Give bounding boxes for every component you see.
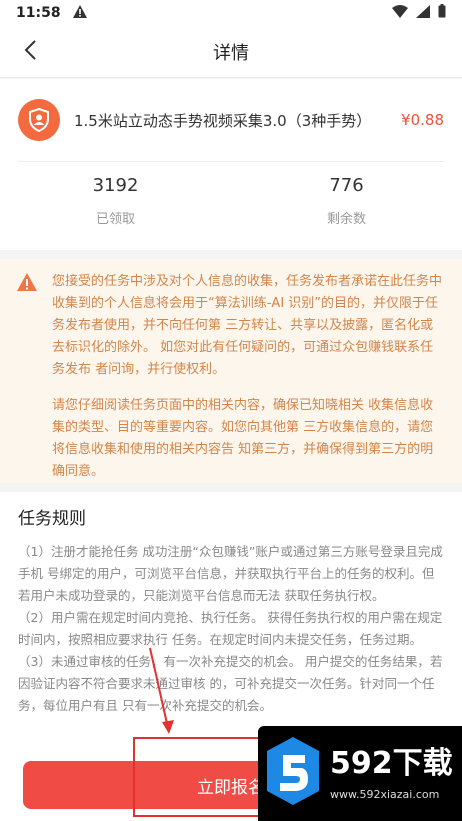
stat-value: 776 <box>329 175 364 196</box>
task-header: 1.5米站立动态手势视频采集3.0（3种手势） ¥0.88 <box>0 79 462 161</box>
task-name: 1.5米站立动态手势视频采集3.0（3种手势） <box>74 111 372 130</box>
privacy-notice: 您接受的任务中涉及对个人信息的收集，任务发布者承诺在此任务中收集到的个人信息将会… <box>0 259 462 483</box>
stat-label: 已领取 <box>95 212 135 227</box>
divider <box>18 161 444 162</box>
status-indicators <box>392 4 446 22</box>
notice-paragraph: 请您仔细阅读任务页面中的相关内容，确保已知晓相关 收集信息收集的类型、目的等重要… <box>52 398 434 479</box>
task-card: 1.5米站立动态手势视频采集3.0（3种手势） ¥0.88 3192 已领取 7… <box>0 79 462 250</box>
wifi-icon <box>392 4 408 22</box>
shield-user-icon <box>18 99 60 141</box>
rules-title: 任务规则 <box>18 509 86 529</box>
rule-item: （2）用户需在规定时间内竞抢、执行任务。 获得任务执行权的用户需在规定时间内，按… <box>18 610 443 647</box>
task-stats: 3192 已领取 776 剩余数 <box>0 175 462 227</box>
watermark: 592下载 www.592xiazai.com <box>258 726 462 821</box>
watermark-logo-icon <box>267 737 319 805</box>
rules-body: （1）注册才能抢任务 成功注册“众包赚钱”账户或通过第三方账号登录且完成手机 号… <box>18 541 444 717</box>
navigation-bar: 详情 <box>0 26 462 78</box>
notice-text: 您接受的任务中涉及对个人信息的收集，任务发布者承诺在此任务中收集到的个人信息将会… <box>52 271 446 483</box>
stat-value: 3192 <box>92 175 139 196</box>
chevron-left-icon <box>23 39 37 65</box>
stat-claimed: 3192 已领取 <box>0 175 231 227</box>
notice-paragraph: 您接受的任务中涉及对个人信息的收集，任务发布者承诺在此任务中收集到的个人信息将会… <box>52 274 443 377</box>
annotation-highlight-box <box>133 737 271 817</box>
watermark-brand: 592下载 <box>330 746 453 781</box>
status-time: 11:58 <box>16 5 61 21</box>
rule-item: （3）未通过审核的任务，有一次补充提交的机会。 用户提交的任务结果，若因验证内容… <box>18 654 443 713</box>
signal-icon <box>416 4 430 22</box>
stat-remaining: 776 剩余数 <box>231 175 462 227</box>
status-bar: 11:58 <box>0 0 462 26</box>
page-title: 详情 <box>213 42 249 64</box>
stat-label: 剩余数 <box>326 212 366 227</box>
rule-item: （1）注册才能抢任务 成功注册“众包赚钱”账户或通过第三方账号登录且完成手机 号… <box>18 544 443 603</box>
warning-icon <box>72 4 87 22</box>
warning-icon <box>16 271 40 483</box>
watermark-url: www.592xiazai.com <box>330 788 440 801</box>
back-button[interactable] <box>14 36 46 68</box>
task-price: ¥0.88 <box>401 111 444 129</box>
battery-icon <box>438 4 446 22</box>
